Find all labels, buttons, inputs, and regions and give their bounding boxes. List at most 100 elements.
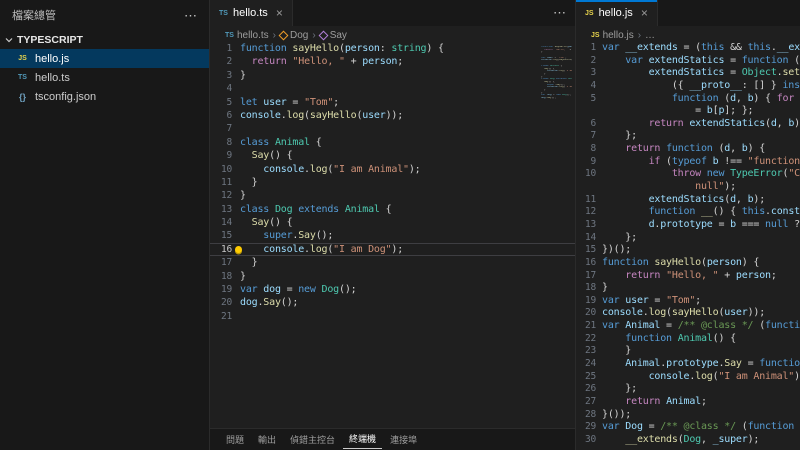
code-line[interactable]: 21var Animal = /** @class */ (function (… <box>576 320 800 333</box>
breadcrumb-item-hello.js[interactable]: JS hello.js <box>591 30 634 41</box>
breadcrumb-item-Say[interactable]: Say <box>318 30 347 41</box>
line-number: 18 <box>584 282 596 294</box>
breadcrumb-item-hello.ts[interactable]: TS hello.ts <box>225 30 269 41</box>
code-line[interactable]: 20 dog.Say(); <box>210 296 575 309</box>
code-line[interactable]: 27 return Animal; <box>576 396 800 409</box>
breadcrumb-item-…[interactable]: … <box>645 30 655 41</box>
code-line[interactable]: 18} <box>210 270 575 283</box>
code-line[interactable]: 7 <box>210 122 575 135</box>
minimap-line <box>541 100 572 103</box>
code-line[interactable]: 15})(); <box>576 244 800 257</box>
code-line[interactable]: 1var __extends = (this && this.__extends… <box>576 42 800 55</box>
chevron-down-icon <box>5 37 13 42</box>
code-line[interactable]: 2 return "Hello, " + person; <box>210 55 575 68</box>
code-line[interactable]: 21 <box>210 310 575 323</box>
code-line[interactable]: 25 console.log("I am Animal"); <box>576 371 800 384</box>
line-number: 9 <box>226 150 232 162</box>
tab-hello-ts[interactable]: TS hello.ts × <box>210 0 293 26</box>
code-line[interactable]: 19 var dog = new Dog(); <box>210 283 575 296</box>
code-line[interactable]: 1 function sayHello(person: string) { <box>210 42 575 55</box>
panel-tab-problems[interactable]: 問題 <box>220 431 250 449</box>
code-line[interactable]: 4 ({ __proto__: [] } instanceof Array &&… <box>576 80 800 93</box>
line-number: 6 <box>226 109 232 121</box>
file-item-tsconfig.json[interactable]: {} tsconfig.json <box>0 87 209 106</box>
editor-actions-more-icon[interactable]: ⋯ <box>553 6 566 19</box>
code-line[interactable]: 11 } <box>210 176 575 189</box>
code-line[interactable]: 5 let user = "Tom"; <box>210 96 575 109</box>
close-icon[interactable]: × <box>641 6 648 20</box>
code-line[interactable]: 13 class Dog extends Animal { <box>210 203 575 216</box>
code-line[interactable]: 18} <box>576 282 800 295</box>
explorer-section-typescript[interactable]: TYPESCRIPT <box>0 30 209 49</box>
code-line[interactable]: 15 super.Say(); <box>210 229 575 242</box>
code-line[interactable]: 4 <box>210 82 575 95</box>
code-line[interactable]: 17 return "Hello, " + person; <box>576 270 800 283</box>
editor-hello-ts[interactable]: 1 function sayHello(person: string) {2 re… <box>210 42 575 428</box>
panel-tab-terminal[interactable]: 終端機 <box>343 430 383 449</box>
explorer-more-icon[interactable]: ⋯ <box>184 9 197 22</box>
code-line[interactable]: 26 }; <box>576 383 800 396</box>
line-number: 27 <box>584 395 596 407</box>
code-line[interactable]: 6 return extendStatics(d, b); <box>576 118 800 131</box>
code-line[interactable]: 16 console.log("I am Dog"); <box>210 243 575 256</box>
panel-tab-debug-console[interactable]: 偵錯主控台 <box>284 431 341 449</box>
close-icon[interactable]: × <box>276 6 283 20</box>
code-line[interactable]: 10 throw new TypeError("Class extends va… <box>576 168 800 181</box>
code-line[interactable]: 3 extendStatics = Object.setPrototypeOf … <box>576 67 800 80</box>
code-line[interactable]: 22 function Animal() { <box>576 333 800 346</box>
code-line[interactable]: 6 console.log(sayHello(user)); <box>210 109 575 122</box>
breadcrumb-item-Dog[interactable]: Dog <box>278 30 308 41</box>
code-line[interactable]: 24 Animal.prototype.Say = function () { <box>576 358 800 371</box>
code-line[interactable]: 9 if (typeof b !== "function" && b !== n… <box>576 156 800 169</box>
code-line[interactable]: 17 } <box>210 256 575 269</box>
editor-group-hello-js: JS hello.js × JS hello.js ›… 1 var __extend… <box>576 0 800 450</box>
ts-file-icon: TS <box>18 74 27 81</box>
panel-tab-output[interactable]: 輸出 <box>252 431 282 449</box>
file-name: hello.ts <box>35 71 70 84</box>
code-line[interactable]: 12} <box>210 189 575 202</box>
code-line[interactable]: 9 Say() { <box>210 149 575 162</box>
line-number: 24 <box>584 358 596 370</box>
file-item-hello.ts[interactable]: TS hello.ts <box>0 68 209 87</box>
code-line[interactable]: 23 } <box>576 345 800 358</box>
code-line[interactable]: 7 }; <box>576 130 800 143</box>
line-number: 20 <box>584 307 596 319</box>
code-line[interactable]: 19 var user = "Tom"; <box>576 295 800 308</box>
line-number <box>576 181 602 194</box>
tab-label: hello.ts <box>232 7 268 19</box>
line-number: 10 <box>220 163 232 175</box>
code-line[interactable]: 13 d.prototype = b === null ? Object.cre… <box>576 219 800 232</box>
minimap[interactable]: function sayHello(person: string) { retu… <box>541 46 572 102</box>
code-line[interactable]: null"); <box>576 181 800 194</box>
line-number: 15 <box>584 244 596 256</box>
code-line[interactable]: 10 console.log("I am Animal"); <box>210 163 575 176</box>
line-number: 18 <box>220 270 232 282</box>
code-line[interactable]: 12 function __() { this.constructor = d;… <box>576 206 800 219</box>
line-number: 26 <box>584 383 596 395</box>
code-line[interactable]: 14 }; <box>576 232 800 245</box>
tab-hello-js[interactable]: JS hello.js × <box>576 0 658 26</box>
code-line[interactable]: 28}()); <box>576 409 800 422</box>
code-line[interactable]: 20 console.log(sayHello(user)); <box>576 307 800 320</box>
file-item-hello.js[interactable]: JS hello.js <box>0 49 209 68</box>
line-number: 8 <box>226 136 232 148</box>
code-line[interactable]: 8 class Animal { <box>210 136 575 149</box>
line-number: 9 <box>590 155 596 167</box>
code-line[interactable]: 11 extendStatics(d, b); <box>576 194 800 207</box>
code-line[interactable]: 29var Dog = /** @class */ (function (_su… <box>576 421 800 434</box>
explorer-title: 檔案總管 <box>12 10 56 22</box>
lightbulb-icon[interactable] <box>235 245 242 253</box>
code-line[interactable]: 16 function sayHello(person) { <box>576 257 800 270</box>
code-line[interactable]: = b[p]; }; <box>576 105 800 118</box>
tab-label: hello.js <box>598 7 633 19</box>
code-line[interactable]: 30 __extends(Dog, _super); <box>576 434 800 447</box>
editor-hello-js[interactable]: 1var __extends = (this && this.__extends… <box>576 42 800 450</box>
code-line[interactable]: 8 return function (d, b) { <box>576 143 800 156</box>
code-line[interactable]: 14 Say() { <box>210 216 575 229</box>
code-line[interactable]: 5 function (d, b) { for (var p in b) if … <box>576 93 800 106</box>
code-line[interactable]: 3} <box>210 69 575 82</box>
panel-tab-ports[interactable]: 連接埠 <box>384 431 423 449</box>
code-line[interactable]: 2 var extendStatics = function (d, b) { <box>576 55 800 68</box>
line-number: 28 <box>584 408 596 420</box>
breadcrumb-separator: › <box>312 29 316 41</box>
